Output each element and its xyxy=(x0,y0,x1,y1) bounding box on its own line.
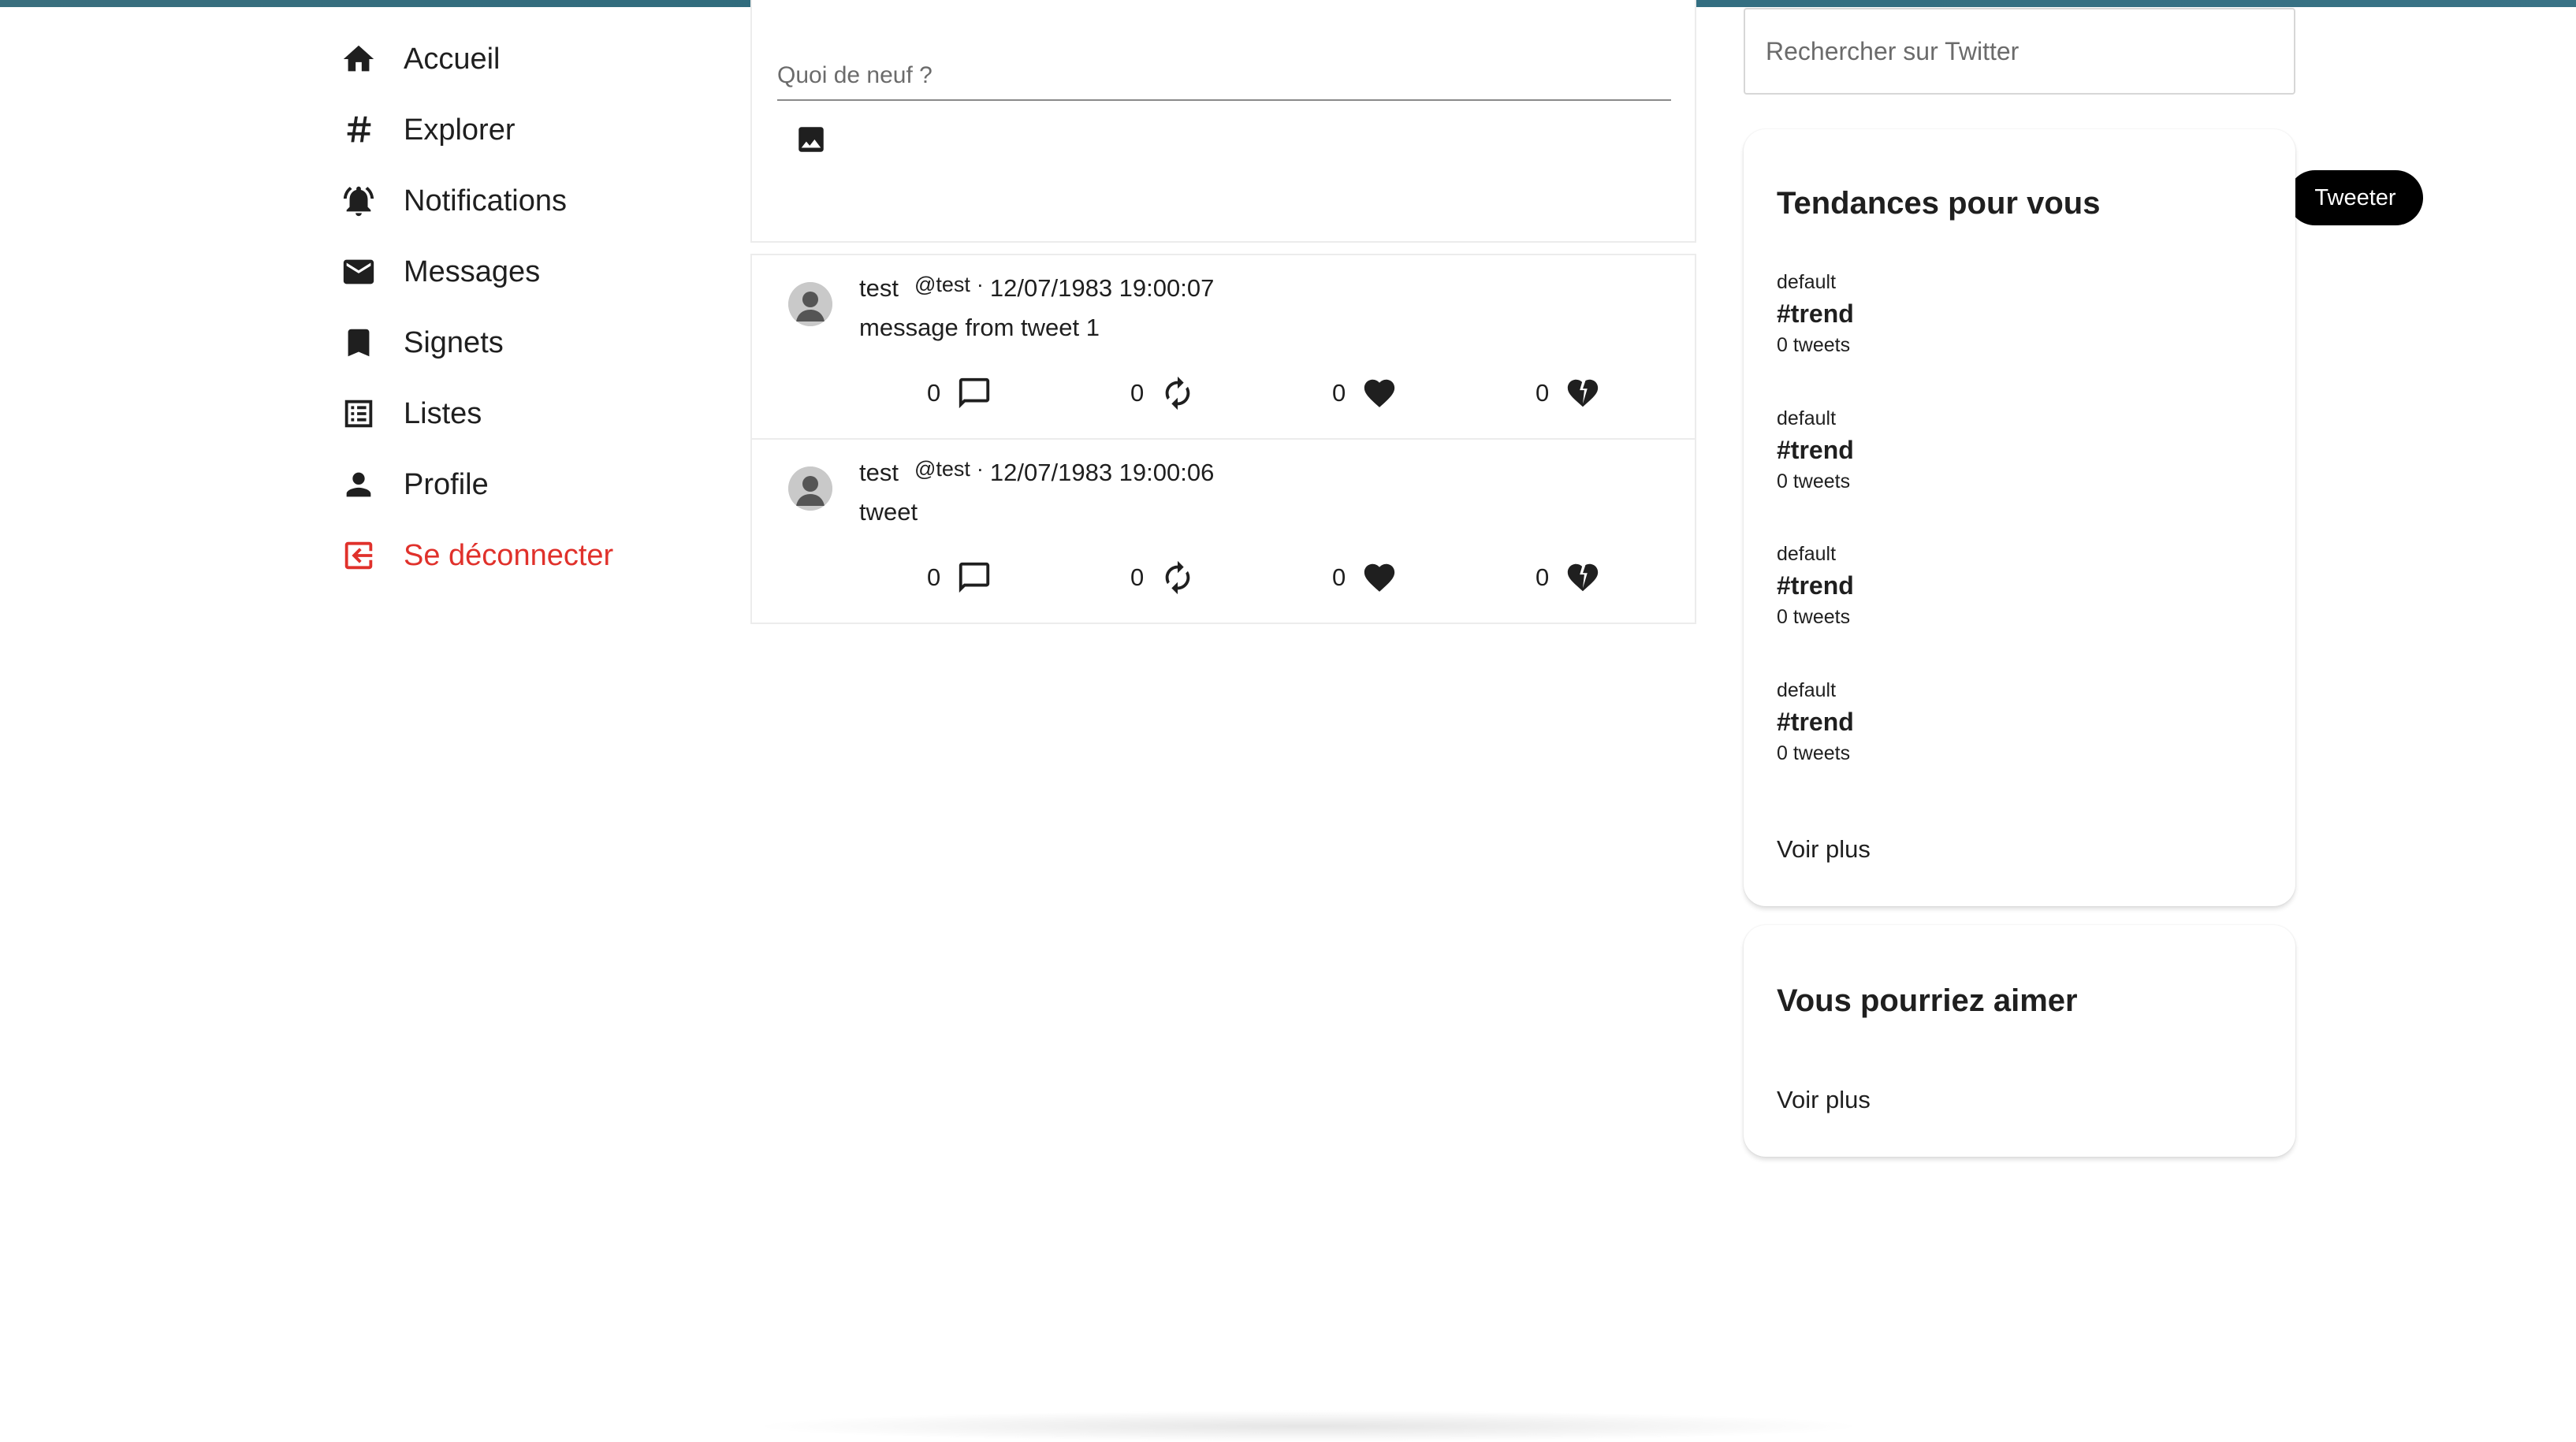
tweet-separator: · xyxy=(976,273,984,296)
tweet-author-name[interactable]: test xyxy=(859,274,899,303)
tweet-header: test @test · 12/07/1983 19:00:06 xyxy=(859,457,1215,487)
tweet-author-handle[interactable]: @test xyxy=(914,273,970,297)
tweet-card: test @test · 12/07/1983 19:00:06 tweet 0… xyxy=(750,438,1696,624)
like-count: 0 xyxy=(1332,379,1346,407)
sidebar-item-notifications[interactable]: Notifications xyxy=(341,165,735,236)
bell-icon xyxy=(341,183,377,219)
broken-heart-icon xyxy=(1568,379,1599,407)
sidebar-item-listes[interactable]: Listes xyxy=(341,378,735,449)
retweet-button[interactable]: 0 xyxy=(1130,374,1196,413)
comment-icon xyxy=(959,377,990,409)
logout-label: Se déconnecter xyxy=(404,538,614,572)
sidebar-item-label: Accueil xyxy=(404,42,501,76)
trend-category: default xyxy=(1777,543,1837,565)
reply-count: 0 xyxy=(927,563,941,591)
retweet-count: 0 xyxy=(1130,563,1145,591)
trends-title: Tendances pour vous xyxy=(1777,186,2101,221)
trend-tag: #trend xyxy=(1777,571,1854,600)
like-button[interactable]: 0 xyxy=(1332,374,1398,413)
hashtag-icon xyxy=(341,112,377,148)
trend-item[interactable]: default #trend 0 tweets xyxy=(1777,541,1854,630)
tweet-author-handle[interactable]: @test xyxy=(914,457,970,481)
suggestions-see-more-link[interactable]: Voir plus xyxy=(1777,1086,1871,1114)
tweet-date: 12/07/1983 19:00:07 xyxy=(989,274,1215,302)
sidebar-item-label: Listes xyxy=(404,396,482,430)
sidebar-item-label: Profile xyxy=(404,467,489,501)
trend-tag: #trend xyxy=(1777,436,1854,464)
search-input[interactable] xyxy=(1744,8,2295,95)
tweet-author-name[interactable]: test xyxy=(859,459,899,487)
trend-count: 0 tweets xyxy=(1777,742,1851,764)
reply-count: 0 xyxy=(927,379,941,407)
retweet-button[interactable]: 0 xyxy=(1130,558,1196,597)
sidebar-item-accueil[interactable]: Accueil xyxy=(341,24,735,95)
sidebar-item-explorer[interactable]: Explorer xyxy=(341,95,735,165)
bookmark-icon xyxy=(341,325,377,361)
tweet-card: test @test · 12/07/1983 19:00:07 message… xyxy=(750,254,1696,440)
reply-button[interactable]: 0 xyxy=(927,374,992,413)
person-icon xyxy=(341,466,377,503)
sidebar-item-label: Explorer xyxy=(404,113,516,147)
tweet-separator: · xyxy=(976,457,984,481)
avatar[interactable] xyxy=(788,282,832,326)
sidebar-item-label: Signets xyxy=(404,325,504,359)
sidebar-item-signets[interactable]: Signets xyxy=(341,307,735,378)
like-count: 0 xyxy=(1332,563,1346,591)
sidebar-item-profile[interactable]: Profile xyxy=(341,449,735,520)
image-icon xyxy=(798,127,824,152)
tweet-text: tweet xyxy=(859,498,918,526)
compose-input[interactable] xyxy=(777,52,1671,101)
tweet-header: test @test · 12/07/1983 19:00:07 xyxy=(859,273,1215,303)
trend-category: default xyxy=(1777,271,1837,293)
mail-icon xyxy=(341,254,377,290)
trend-item[interactable]: default #trend 0 tweets xyxy=(1777,406,1854,494)
comment-icon xyxy=(959,562,990,593)
heart-icon xyxy=(1364,563,1395,592)
dislike-button[interactable]: 0 xyxy=(1536,558,1601,597)
trend-category: default xyxy=(1777,407,1837,429)
bottom-shadow xyxy=(749,1410,1868,1442)
heart-icon xyxy=(1364,379,1395,407)
tweet-button[interactable]: Tweeter xyxy=(2288,170,2423,225)
sidebar-item-messages[interactable]: Messages xyxy=(341,236,735,307)
trend-item[interactable]: default #trend 0 tweets xyxy=(1777,678,1854,766)
sidebar-nav: Accueil Explorer Notifications Messages … xyxy=(341,24,735,591)
logout-icon xyxy=(341,537,377,574)
sidebar-item-label: Notifications xyxy=(404,184,567,217)
avatar[interactable] xyxy=(788,466,832,511)
retweet-icon xyxy=(1165,560,1190,595)
broken-heart-icon xyxy=(1568,563,1599,592)
suggestions-card: Vous pourriez aimer Voir plus xyxy=(1744,925,2295,1157)
retweet-icon xyxy=(1165,376,1190,411)
trend-category: default xyxy=(1777,679,1837,701)
trend-count: 0 tweets xyxy=(1777,606,1851,628)
trends-see-more-link[interactable]: Voir plus xyxy=(1777,835,1871,864)
sidebar-item-label: Messages xyxy=(404,255,541,288)
trend-item[interactable]: default #trend 0 tweets xyxy=(1777,269,1854,358)
trend-count: 0 tweets xyxy=(1777,470,1851,492)
retweet-count: 0 xyxy=(1130,379,1145,407)
list-icon xyxy=(341,396,377,432)
like-button[interactable]: 0 xyxy=(1332,558,1398,597)
tweet-text: message from tweet 1 xyxy=(859,314,1100,341)
dislike-button[interactable]: 0 xyxy=(1536,374,1601,413)
trend-count: 0 tweets xyxy=(1777,334,1851,356)
reply-button[interactable]: 0 xyxy=(927,558,992,597)
dislike-count: 0 xyxy=(1536,563,1550,591)
tweet-composer: Tweeter xyxy=(750,0,2423,243)
logout-button[interactable]: Se déconnecter xyxy=(341,520,735,591)
tweet-date: 12/07/1983 19:00:06 xyxy=(989,459,1215,486)
trend-tag: #trend xyxy=(1777,708,1854,736)
suggestions-title: Vous pourriez aimer xyxy=(1777,983,2078,1018)
trends-card: Tendances pour vous default #trend 0 twe… xyxy=(1744,129,2295,906)
trend-tag: #trend xyxy=(1777,299,1854,328)
home-icon xyxy=(341,41,377,77)
add-image-button[interactable] xyxy=(793,121,829,158)
dislike-count: 0 xyxy=(1536,379,1550,407)
